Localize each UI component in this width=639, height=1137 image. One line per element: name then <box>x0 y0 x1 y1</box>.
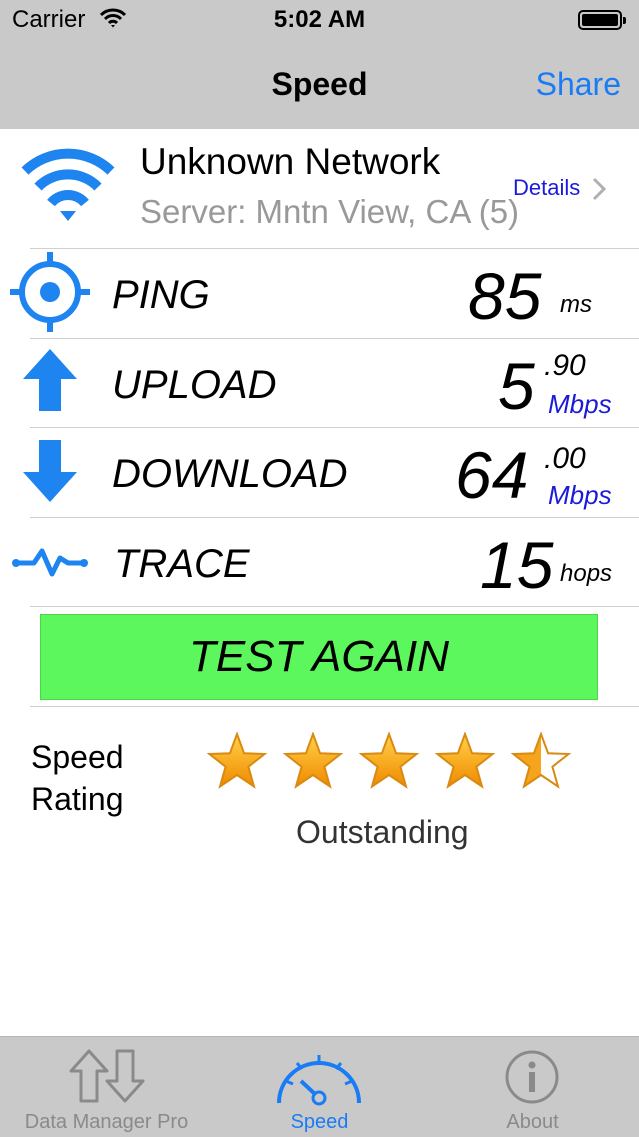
ping-unit: ms <box>560 291 592 318</box>
ping-label: PING <box>112 273 210 317</box>
battery-icon <box>578 10 626 30</box>
download-value: 64 <box>455 438 529 512</box>
star-icon <box>206 732 268 789</box>
rating-label-line2: Rating <box>31 781 124 817</box>
tab-label: About <box>506 1111 559 1133</box>
trace-unit: hops <box>560 560 613 587</box>
download-unit: Mbps <box>548 480 612 510</box>
upload-value: 5 <box>498 349 535 423</box>
upload-row: UPLOAD 5 .90 Mbps <box>0 339 639 428</box>
tab-label: Data Manager Pro <box>24 1111 189 1133</box>
download-label: DOWNLOAD <box>112 452 348 496</box>
divider <box>30 606 639 607</box>
status-time: 5:02 AM <box>273 6 366 33</box>
star-icon <box>358 732 420 789</box>
trace-row: TRACE 15 hops <box>0 518 639 607</box>
trace-pulse-icon <box>12 548 88 577</box>
test-again-button[interactable]: TEST AGAIN <box>40 614 598 700</box>
server-location: Server: Mntn View, CA (5) <box>140 193 520 230</box>
star-icon <box>282 732 344 789</box>
star-icon <box>434 732 496 789</box>
star-rating <box>206 732 572 789</box>
speedometer-icon <box>277 1055 361 1106</box>
top-bar: Carrier 5:02 AM Speed Share <box>0 0 639 129</box>
tab-about[interactable]: About <box>426 1037 639 1137</box>
ping-row: PING 85 ms <box>0 249 639 338</box>
upload-arrow-icon <box>23 349 77 411</box>
star-icon <box>510 732 572 789</box>
wifi-icon <box>21 148 115 221</box>
divider <box>30 706 639 707</box>
upload-label: UPLOAD <box>112 363 277 407</box>
upload-unit: Mbps <box>548 389 612 419</box>
arrows-up-down-icon <box>69 1049 145 1103</box>
status-bar: Carrier 5:02 AM <box>0 0 639 42</box>
tab-bar: Data Manager Pro Speed About <box>0 1036 639 1137</box>
upload-decimal: .90 <box>544 349 586 382</box>
speed-rating-label: Speed Rating <box>31 736 124 820</box>
rating-text: Outstanding <box>296 814 469 850</box>
download-row: DOWNLOAD 64 .00 Mbps <box>0 428 639 517</box>
download-arrow-icon <box>23 440 77 502</box>
download-decimal: .00 <box>544 442 586 475</box>
tab-label: Speed <box>290 1111 349 1133</box>
chevron-right-icon[interactable] <box>592 177 606 201</box>
tab-speed[interactable]: Speed <box>213 1037 426 1137</box>
trace-value: 15 <box>480 528 554 602</box>
target-icon <box>10 252 90 332</box>
details-link[interactable]: Details <box>513 175 580 201</box>
network-name: Unknown Network <box>140 141 441 182</box>
trace-label: TRACE <box>114 542 250 586</box>
rating-label-line1: Speed <box>31 739 124 775</box>
tab-data-manager-pro[interactable]: Data Manager Pro <box>0 1037 213 1137</box>
share-button[interactable]: Share <box>536 66 621 103</box>
ping-value: 85 <box>468 259 542 333</box>
network-info[interactable]: Unknown Network Server: Mntn View, CA (5… <box>0 129 639 248</box>
info-icon <box>505 1050 559 1104</box>
